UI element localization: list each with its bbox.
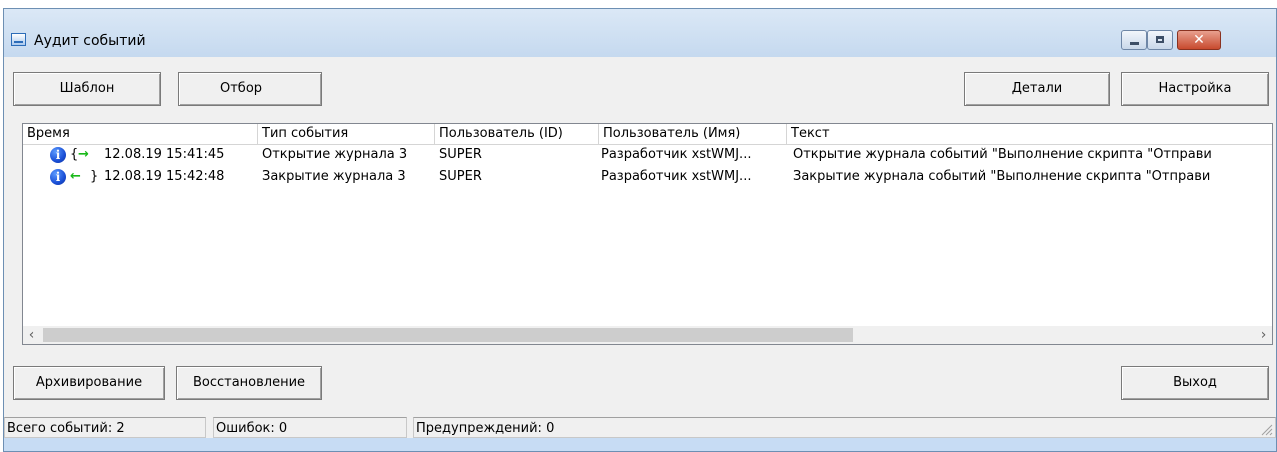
- info-icon: i: [50, 147, 66, 163]
- cell-text: Закрытие журнала событий "Выполнение скр…: [793, 169, 1211, 184]
- audit-window: Аудит событий ✕ Шаблон Отбор Детали Наст…: [3, 8, 1277, 452]
- restore-button[interactable]: Восстановление: [176, 366, 322, 400]
- status-bar: Всего событий: 2 Ошибок: 0 Предупреждени…: [4, 417, 1276, 438]
- cell-type: Закрытие журнала 3: [262, 169, 406, 184]
- resize-grip-icon[interactable]: [1259, 422, 1273, 436]
- window-bottom-border: [4, 438, 1276, 451]
- archive-button[interactable]: Архивирование: [13, 366, 165, 400]
- close-button[interactable]: ✕: [1177, 30, 1221, 50]
- minimize-icon: [1130, 42, 1139, 45]
- status-total-events: Всего событий: 2: [4, 417, 206, 438]
- table-row[interactable]: i { → 12.08.19 15:41:45 Открытие журнала…: [23, 145, 1272, 165]
- cell-text: Открытие журнала событий "Выполнение скр…: [793, 147, 1212, 162]
- exit-button[interactable]: Выход: [1121, 366, 1269, 400]
- arrow-right-icon: →: [78, 147, 89, 162]
- details-button[interactable]: Детали: [964, 72, 1110, 106]
- maximize-button[interactable]: [1147, 30, 1173, 50]
- title-bar[interactable]: Аудит событий ✕: [4, 9, 1276, 57]
- window-icon: [11, 33, 26, 46]
- table-row[interactable]: i ← } 12.08.19 15:42:48 Закрытие журнала…: [23, 167, 1272, 187]
- column-header-time[interactable]: Время: [23, 124, 258, 144]
- status-errors: Ошибок: 0: [213, 417, 407, 438]
- close-icon: ✕: [1193, 32, 1205, 48]
- arrow-left-icon: ←: [70, 169, 81, 184]
- minimize-button[interactable]: [1121, 30, 1147, 50]
- cell-time: 12.08.19 15:42:48: [104, 169, 225, 184]
- settings-button[interactable]: Настройка: [1121, 72, 1269, 106]
- events-table[interactable]: Время Тип события Пользователь (ID) Поль…: [22, 123, 1273, 345]
- table-header: Время Тип события Пользователь (ID) Поль…: [23, 124, 1272, 145]
- group-end-marker: }: [90, 169, 99, 184]
- horizontal-scrollbar[interactable]: ‹ ›: [23, 326, 1272, 344]
- scroll-thumb[interactable]: [43, 328, 853, 342]
- cell-user-id: SUPER: [439, 147, 482, 162]
- cell-user-name: Разработчик xstWMJ...: [601, 147, 752, 162]
- column-header-user-id[interactable]: Пользователь (ID): [435, 124, 599, 144]
- cell-time: 12.08.19 15:41:45: [104, 147, 225, 162]
- cell-user-name: Разработчик xstWMJ...: [601, 169, 752, 184]
- scroll-left-icon[interactable]: ‹: [23, 326, 40, 344]
- info-icon: i: [50, 169, 66, 185]
- status-warnings: Предупреждений: 0: [413, 417, 1276, 438]
- window-title: Аудит событий: [34, 33, 146, 49]
- template-button[interactable]: Шаблон: [13, 72, 161, 106]
- maximize-icon: [1156, 36, 1164, 43]
- column-header-user-name[interactable]: Пользователь (Имя): [599, 124, 787, 144]
- scroll-right-icon[interactable]: ›: [1255, 326, 1272, 344]
- column-header-text[interactable]: Текст: [787, 124, 1272, 144]
- filter-button[interactable]: Отбор: [178, 72, 322, 106]
- cell-user-id: SUPER: [439, 169, 482, 184]
- cell-type: Открытие журнала 3: [262, 147, 408, 162]
- column-header-type[interactable]: Тип события: [258, 124, 435, 144]
